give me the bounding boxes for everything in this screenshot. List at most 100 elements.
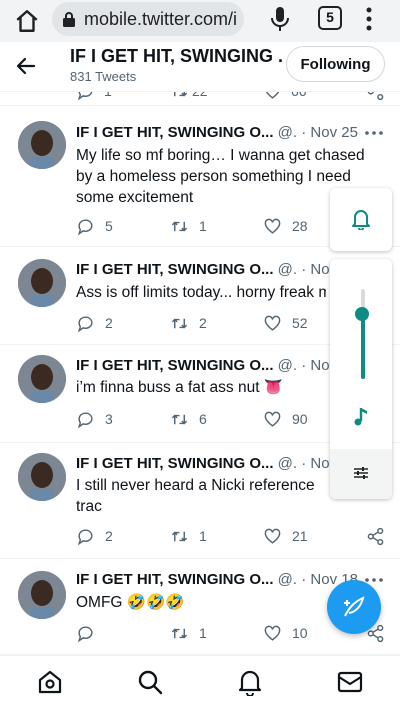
retweet-count: 1: [199, 218, 207, 234]
url-text: mobile.twitter.com/i: [84, 8, 238, 29]
reply-count: 2: [105, 528, 113, 544]
tweet-header: IF I GET HIT, SWINGING O... @. · Nov: [76, 455, 337, 472]
like-count: 21: [292, 528, 308, 544]
tweet-header: IF I GET HIT, SWINGING O... @. · Nov 18: [76, 571, 358, 588]
like-button[interactable]: 10: [263, 622, 308, 644]
reply-icon: [77, 315, 93, 332]
share-icon[interactable]: [366, 92, 385, 101]
like-count: 52: [292, 315, 308, 331]
bell-icon[interactable]: [351, 208, 371, 230]
tweet-meta: @. · Nov: [273, 261, 338, 278]
like-icon: [264, 625, 281, 641]
retweet-icon: [171, 221, 188, 231]
tweet-meta: @. · Nov: [273, 455, 338, 472]
reply-icon[interactable]: [76, 92, 95, 101]
reply-icon: [77, 411, 93, 428]
following-button[interactable]: Following: [286, 46, 385, 82]
avatar[interactable]: [18, 571, 66, 619]
tune-icon: [354, 467, 368, 479]
tweet-meta: @. · Nov: [273, 357, 338, 374]
ring-mode-panel[interactable]: [330, 188, 392, 251]
lock-icon: [63, 12, 75, 27]
reply-button[interactable]: 2: [76, 312, 113, 334]
back-arrow-icon[interactable]: [14, 54, 38, 78]
like-icon: [264, 315, 281, 331]
retweet-button[interactable]: 6: [170, 408, 207, 430]
avatar[interactable]: [18, 259, 66, 307]
profile-header: IF I GET HIT, SWINGING ... 831 Tweets Fo…: [0, 42, 400, 92]
retweet-button[interactable]: 1: [170, 622, 207, 644]
compose-tweet-button[interactable]: [327, 580, 381, 634]
tweet-count: 831 Tweets: [70, 69, 137, 84]
retweet-icon[interactable]: [170, 92, 189, 101]
like-icon: [264, 218, 281, 234]
messages-icon[interactable]: [336, 668, 364, 696]
author-name[interactable]: IF I GET HIT, SWINGING O...: [76, 357, 274, 374]
retweet-count: 1: [199, 625, 207, 641]
retweet-count: 1: [199, 528, 207, 544]
tabs-icon[interactable]: 5: [318, 6, 342, 30]
tweet-actions: 2 1 21: [76, 525, 386, 547]
like-button[interactable]: 21: [263, 525, 308, 547]
retweet-button[interactable]: 2: [170, 312, 207, 334]
bottom-nav: [0, 655, 400, 711]
mic-icon[interactable]: [268, 5, 292, 33]
tweet-header: IF I GET HIT, SWINGING O... @. · Nov 25: [76, 124, 358, 141]
home-icon[interactable]: [36, 668, 64, 696]
tweet-header: IF I GET HIT, SWINGING O... @. · Nov: [76, 357, 337, 374]
reply-count: 5: [105, 218, 113, 234]
like-count: 90: [292, 411, 308, 427]
volume-slider-fill: [361, 313, 365, 379]
retweet-count: 6: [199, 411, 207, 427]
reply-count: 2: [105, 315, 113, 331]
like-count: 28: [292, 218, 308, 234]
volume-panel: [330, 259, 392, 499]
retweet-icon: [171, 318, 188, 328]
home-icon[interactable]: [14, 8, 40, 34]
author-name[interactable]: IF I GET HIT, SWINGING O...: [76, 455, 274, 472]
retweet-button[interactable]: 1: [170, 525, 207, 547]
like-button[interactable]: 90: [263, 408, 308, 430]
author-name[interactable]: IF I GET HIT, SWINGING O...: [76, 124, 274, 141]
volume-slider-thumb[interactable]: [355, 307, 369, 321]
like-icon: [264, 528, 281, 544]
like-button[interactable]: 28: [263, 215, 308, 237]
search-icon[interactable]: [136, 668, 164, 696]
sound-settings-button[interactable]: [330, 449, 392, 499]
reply-button[interactable]: 3: [76, 408, 113, 430]
profile-title: IF I GET HIT, SWINGING ...: [70, 46, 282, 66]
address-bar[interactable]: mobile.twitter.com/i: [52, 2, 244, 36]
reply-button[interactable]: 2: [76, 525, 113, 547]
author-name[interactable]: IF I GET HIT, SWINGING O...: [76, 261, 274, 278]
like-icon[interactable]: [263, 92, 282, 101]
reply-button[interactable]: [76, 622, 105, 644]
author-name[interactable]: IF I GET HIT, SWINGING O...: [76, 571, 274, 588]
like-count: 10: [292, 625, 308, 641]
reply-button[interactable]: 5: [76, 215, 113, 237]
previous-tweet-actions: 1 22 66: [0, 92, 400, 106]
reply-icon: [77, 625, 93, 642]
retweet-icon: [171, 414, 188, 424]
notifications-icon[interactable]: [236, 668, 264, 696]
music-note-icon: [354, 408, 367, 426]
retweet-button[interactable]: 1: [170, 215, 207, 237]
tweet-meta: @. · Nov 25: [273, 124, 358, 141]
reply-icon: [77, 218, 93, 235]
avatar[interactable]: [18, 121, 66, 169]
like-button[interactable]: 52: [263, 312, 308, 334]
avatar[interactable]: [18, 453, 66, 501]
tweet-text: I still never heard a Nicki reference tr…: [76, 477, 315, 515]
reply-count: 3: [105, 411, 113, 427]
avatar[interactable]: [18, 355, 66, 403]
share-button[interactable]: [366, 525, 395, 547]
retweet-count: 2: [199, 315, 207, 331]
compose-icon: [344, 596, 365, 617]
more-vert-icon[interactable]: [362, 4, 376, 34]
reply-icon: [77, 528, 93, 545]
browser-toolbar: mobile.twitter.com/i 5: [0, 0, 400, 42]
tweet-header: IF I GET HIT, SWINGING O... @. · Nov: [76, 261, 337, 278]
retweet-icon: [171, 531, 188, 541]
like-icon: [264, 411, 281, 427]
tweet-text: Ass is off limits today... horny freak m…: [76, 284, 326, 301]
more-options-icon[interactable]: [364, 129, 384, 137]
